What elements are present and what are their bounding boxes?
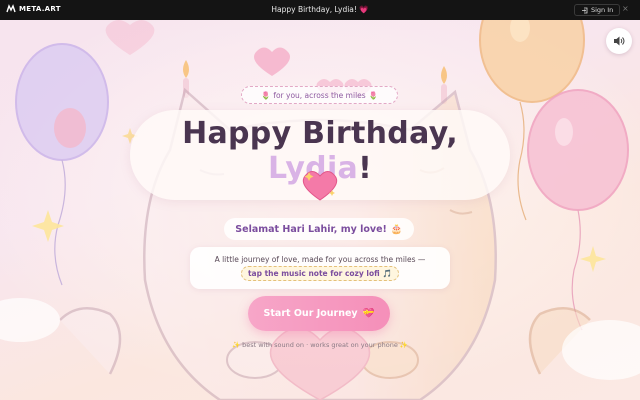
gift-heart-icon: 💝 [362,308,375,319]
sign-in-button[interactable]: Sign In [574,4,621,16]
tulip-icon: 🌷 [368,90,379,100]
dedication-badge: 🌷 for you, across the miles 🌷 [241,86,398,104]
page-tab-title: Happy Birthday, Lydia! 💗 [271,5,369,14]
start-journey-button[interactable]: Start Our Journey 💝 [248,296,390,331]
greeting-text: Selamat Hari Lahir, my love! [235,223,387,235]
sound-toggle-button[interactable] [606,28,632,54]
sparkle-icon: ✨ [399,341,409,349]
cake-icon: 🎂 [390,223,403,235]
tulip-icon: 🌷 [260,90,271,100]
dedication-text: for you, across the miles [273,90,366,100]
title-greeting: Happy Birthday, [182,116,458,151]
sign-in-label: Sign In [591,6,614,14]
login-icon [582,7,588,13]
sparkle-icon: ✨ [231,341,241,349]
music-hint-text: tap the music note for cozy lofi [247,269,380,278]
sparkling-heart-icon [302,171,338,201]
description-text: A little journey of love, made for you a… [214,255,426,264]
birthday-scene: 🌷 for you, across the miles 🌷 Happy Birt… [0,20,640,400]
music-note-icon: 🎵 [382,269,393,278]
browser-top-bar: META.ART Happy Birthday, Lydia! 💗 Sign I… [0,0,640,20]
sound-hint-text: best with sound on · works great on your… [242,341,398,349]
title-exclaim: ! [358,151,373,186]
music-hint-pill[interactable]: tap the music note for cozy lofi 🎵 [241,266,399,281]
greeting-pill: Selamat Hari Lahir, my love! 🎂 [224,218,414,240]
close-icon[interactable]: × [622,4,629,13]
sound-hint: ✨ best with sound on · works great on yo… [180,341,460,349]
pink-balloon-illustration [54,108,86,148]
start-journey-label: Start Our Journey [263,308,358,319]
speaker-icon [614,36,625,46]
